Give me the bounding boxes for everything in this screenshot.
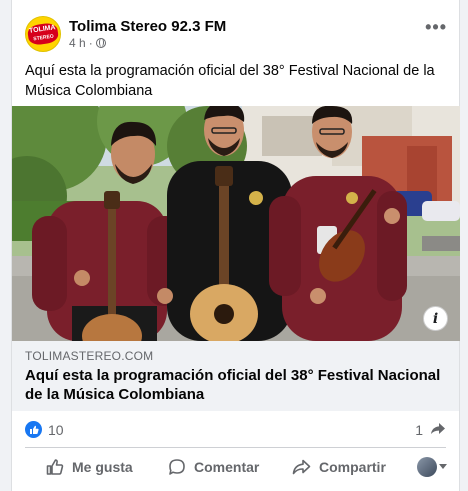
link-domain: TOLIMASTEREO.COM <box>25 349 154 363</box>
share-button[interactable]: Compartir <box>292 448 386 486</box>
more-horizontal-icon[interactable]: ••• <box>425 18 447 36</box>
reactions-bar: 10 1 <box>12 412 459 446</box>
share-count[interactable]: 1 <box>415 422 423 438</box>
globe-icon <box>95 38 106 48</box>
thumbs-up-icon <box>46 459 64 475</box>
link-title[interactable]: Aquí esta la programación oficial del 38… <box>25 366 445 404</box>
action-bar: Me gusta Comentar Compartir <box>12 448 459 488</box>
share-icon <box>292 459 311 474</box>
link-preview[interactable]: TOLIMASTEREO.COM Aquí esta la programaci… <box>12 341 459 411</box>
like-button-label: Me gusta <box>72 459 133 475</box>
post-meta: 4 h · <box>69 36 106 50</box>
like-reaction-icon[interactable] <box>25 421 42 438</box>
like-button[interactable]: Me gusta <box>46 448 133 486</box>
post-text: Aquí esta la programación oficial del 38… <box>25 63 435 99</box>
post-time[interactable]: 4 h <box>69 36 86 50</box>
page-avatar[interactable]: TOLIMA STEREO <box>25 16 61 52</box>
comment-button-label: Comentar <box>194 459 260 475</box>
post-photo[interactable]: i <box>12 106 460 341</box>
chevron-down-icon[interactable] <box>439 464 447 469</box>
page-logo: TOLIMA STEREO <box>26 22 60 46</box>
page-name[interactable]: Tolima Stereo 92.3 FM <box>69 18 226 35</box>
musicians-photo <box>12 106 460 341</box>
post-header: TOLIMA STEREO Tolima Stereo 92.3 FM 4 h … <box>12 0 459 62</box>
comment-button[interactable]: Comentar <box>168 448 259 486</box>
post-card: TOLIMA STEREO Tolima Stereo 92.3 FM 4 h … <box>11 0 460 491</box>
info-icon[interactable]: i <box>423 306 448 331</box>
share-button-label: Compartir <box>319 459 386 475</box>
comment-icon <box>169 459 185 475</box>
profile-selector-avatar[interactable] <box>417 457 437 477</box>
share-count-icon <box>431 423 445 434</box>
meta-separator: · <box>88 36 93 50</box>
like-count[interactable]: 10 <box>48 422 64 438</box>
